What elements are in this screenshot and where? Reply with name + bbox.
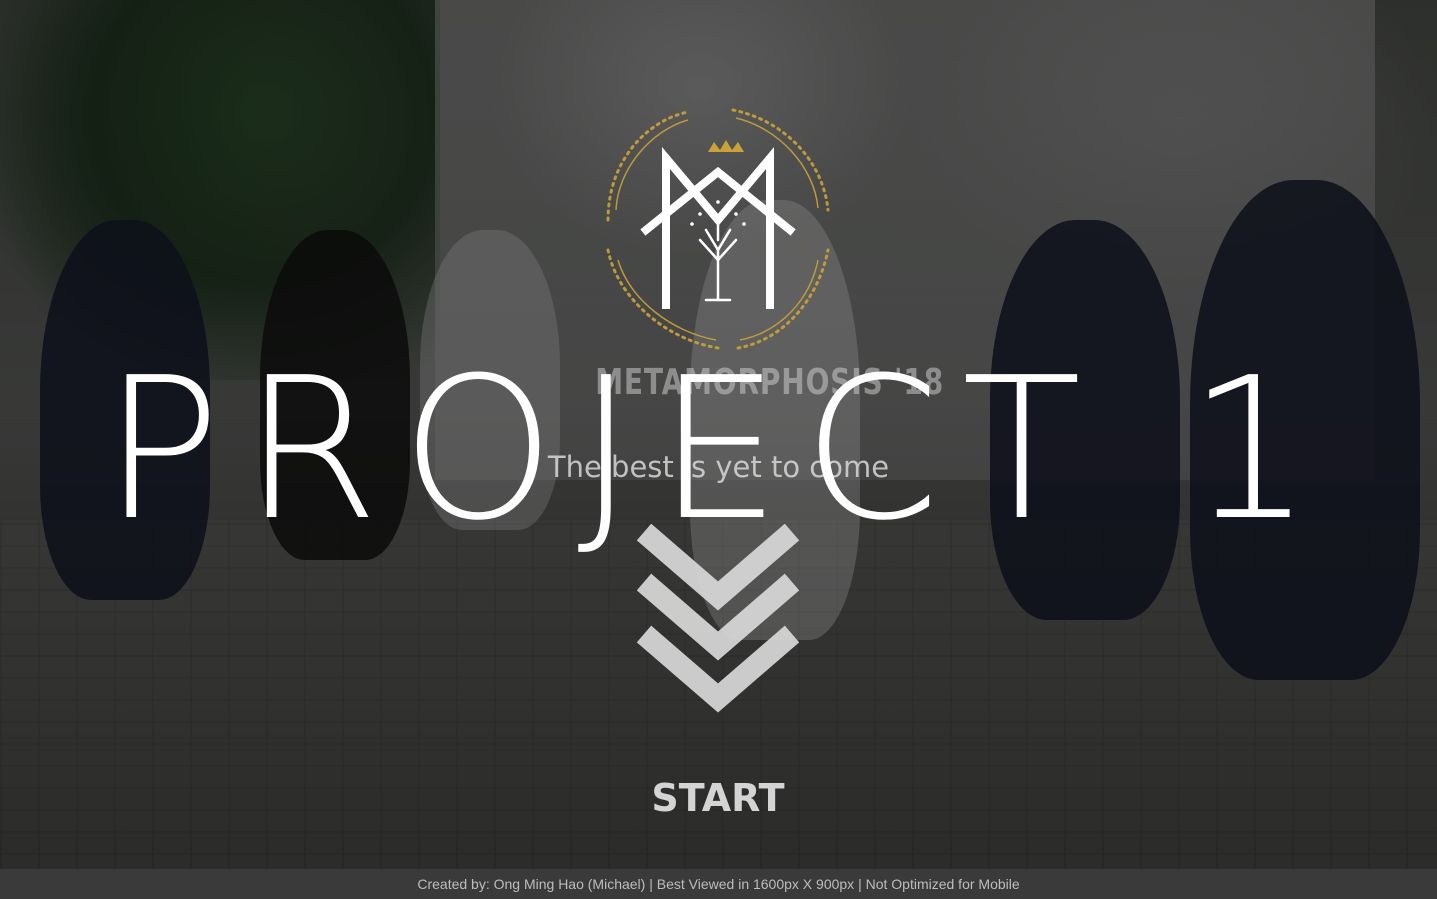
metamorphosis-tree-crest-icon — [606, 108, 830, 350]
page-title: PROJECT 1 — [102, 336, 1335, 564]
footer-credits: Created by: Ong Ming Hao (Michael) | Bes… — [0, 869, 1437, 899]
start-button[interactable]: START — [618, 772, 818, 824]
landing-page: METAMORPHOSIS '18 The best is yet to com… — [0, 0, 1437, 899]
triple-chevron-down-icon[interactable] — [636, 524, 800, 720]
